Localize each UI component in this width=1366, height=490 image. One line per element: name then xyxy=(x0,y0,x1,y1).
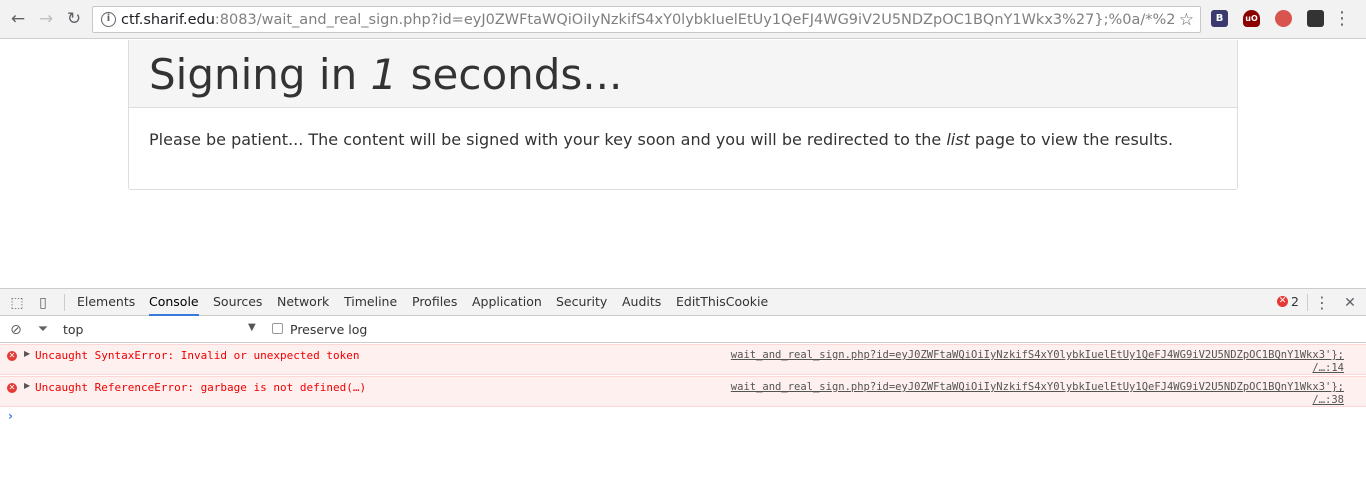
preserve-log-label: Preserve log xyxy=(290,322,368,337)
inspect-element-icon[interactable]: ⬚ xyxy=(7,293,27,313)
source-url[interactable]: wait_and_real_sign.php?id=eyJ0ZWFtaWQiOi… xyxy=(731,349,1344,362)
back-arrow-icon[interactable]: ← xyxy=(8,9,28,29)
error-count-icon[interactable]: ✕ xyxy=(1277,296,1288,307)
countdown-number: 1 xyxy=(370,50,398,99)
console-error-row[interactable]: ✕ ▶ Uncaught SyntaxError: Invalid or une… xyxy=(0,344,1366,375)
site-info-icon[interactable]: i xyxy=(101,12,116,27)
reload-icon[interactable]: ↻ xyxy=(64,9,84,29)
url-text[interactable]: ctf.sharif.edu:8083/wait_and_real_sign.p… xyxy=(121,11,1176,29)
message-suffix: page to view the results. xyxy=(969,130,1174,149)
expand-triangle-icon[interactable]: ▶ xyxy=(24,381,30,390)
devtools-menu-icon[interactable]: ⋮ xyxy=(1312,293,1332,313)
tab-timeline[interactable]: Timeline xyxy=(344,289,397,316)
divider xyxy=(1307,294,1308,311)
error-source-link[interactable]: wait_and_real_sign.php?id=eyJ0ZWFtaWQiOi… xyxy=(731,349,1344,375)
filter-funnel-icon[interactable]: ⏷ xyxy=(33,320,53,340)
ublock-shield-icon[interactable]: uO xyxy=(1243,10,1260,27)
forward-arrow-icon[interactable]: → xyxy=(36,9,56,29)
menu-kebab-icon[interactable]: ⋮ xyxy=(1332,9,1352,29)
source-url[interactable]: wait_and_real_sign.php?id=eyJ0ZWFtaWQiOi… xyxy=(731,381,1344,394)
error-icon: ✕ xyxy=(7,383,17,393)
error-source-link[interactable]: wait_and_real_sign.php?id=eyJ0ZWFtaWQiOi… xyxy=(731,381,1344,407)
error-message: Uncaught ReferenceError: garbage is not … xyxy=(35,381,367,394)
title-suffix: seconds... xyxy=(397,50,623,99)
error-icon: ✕ xyxy=(7,351,17,361)
bookmark-star-icon[interactable]: ☆ xyxy=(1179,9,1194,31)
message-prefix: Please be patient... The content will be… xyxy=(149,130,947,149)
address-bar[interactable]: i ctf.sharif.edu:8083/wait_and_real_sign… xyxy=(92,6,1201,33)
url-host: ctf.sharif.edu xyxy=(121,12,215,28)
context-dropdown-icon[interactable]: ▼ xyxy=(248,322,256,333)
tab-network[interactable]: Network xyxy=(277,289,329,316)
clear-console-icon[interactable]: ⊘ xyxy=(6,320,26,340)
source-line-number[interactable]: /…:14 xyxy=(731,362,1344,375)
context-selector[interactable]: top xyxy=(63,322,83,337)
error-message: Uncaught SyntaxError: Invalid or unexpec… xyxy=(35,349,360,362)
preserve-log-checkbox[interactable] xyxy=(272,323,283,334)
device-toolbar-icon[interactable]: ▯ xyxy=(33,293,53,313)
url-path: :8083/wait_and_real_sign.php?id=eyJ0ZWFt… xyxy=(214,12,1176,28)
signing-panel: Signing in 1 seconds... Please be patien… xyxy=(128,40,1238,190)
spy-extension-icon[interactable] xyxy=(1307,10,1324,27)
error-count-badge[interactable]: 2 xyxy=(1291,289,1299,316)
tab-console[interactable]: Console xyxy=(149,289,199,316)
tab-application[interactable]: Application xyxy=(472,289,542,316)
tab-elements[interactable]: Elements xyxy=(77,289,135,316)
page-title: Signing in 1 seconds... xyxy=(149,51,622,99)
expand-triangle-icon[interactable]: ▶ xyxy=(24,349,30,358)
extension-b-icon[interactable]: B xyxy=(1211,10,1228,27)
tab-profiles[interactable]: Profiles xyxy=(412,289,457,316)
tab-sources[interactable]: Sources xyxy=(213,289,262,316)
devtools-tabbar: ⬚ ▯ Elements Console Sources Network Tim… xyxy=(0,289,1366,316)
console-prompt[interactable]: › xyxy=(8,409,13,423)
console-filterbar: ⊘ ⏷ top ▼ Preserve log xyxy=(0,317,1366,343)
cookie-extension-icon[interactable] xyxy=(1275,10,1292,27)
console-error-row[interactable]: ✕ ▶ Uncaught ReferenceError: garbage is … xyxy=(0,376,1366,407)
title-prefix: Signing in xyxy=(149,50,371,99)
browser-toolbar: ← → ↻ i ctf.sharif.edu:8083/wait_and_rea… xyxy=(0,0,1366,39)
tab-audits[interactable]: Audits xyxy=(622,289,661,316)
source-line-number[interactable]: /…:38 xyxy=(731,394,1344,407)
close-devtools-icon[interactable]: ✕ xyxy=(1340,293,1360,313)
tab-security[interactable]: Security xyxy=(556,289,607,316)
panel-message: Please be patient... The content will be… xyxy=(149,130,1173,150)
tab-editthiscookie[interactable]: EditThisCookie xyxy=(676,289,768,316)
list-word: list xyxy=(946,130,970,149)
devtools-panel: ⬚ ▯ Elements Console Sources Network Tim… xyxy=(0,288,1366,490)
divider xyxy=(64,294,65,311)
